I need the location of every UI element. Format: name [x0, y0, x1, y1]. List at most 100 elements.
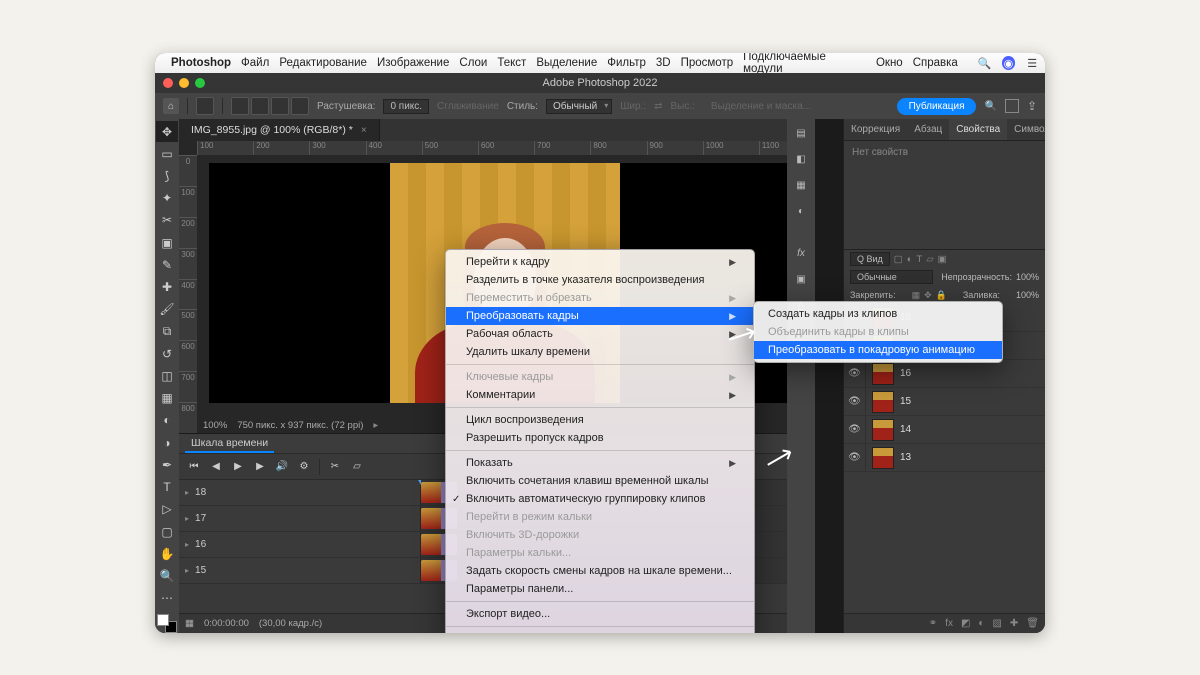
group-icon[interactable]: ▧ — [992, 618, 1001, 629]
tab-correction[interactable]: Коррекция — [844, 119, 907, 140]
share-icon[interactable]: ⇪ — [1027, 99, 1037, 113]
menu-file[interactable]: Файл — [241, 57, 269, 69]
menu-window[interactable]: Окно — [876, 57, 903, 69]
delete-layer-icon[interactable]: 🗑 — [1026, 618, 1039, 629]
stamp-tool-icon[interactable]: ⧉ — [156, 321, 178, 342]
menu-item[interactable]: Перейти к кадру▶ — [446, 253, 754, 271]
adjustment-icon[interactable]: ◐ — [978, 618, 984, 629]
maximize-icon[interactable] — [195, 78, 205, 88]
search-cloud-icon[interactable]: 🔍 — [984, 101, 996, 112]
lock-pixels-icon[interactable]: ▦ — [912, 290, 921, 301]
goto-first-icon[interactable]: ⏮ — [185, 458, 203, 476]
layer-row[interactable]: 👁14 — [844, 416, 1045, 444]
play-icon[interactable]: ▶ — [229, 458, 247, 476]
menu-item[interactable]: Разрешить пропуск кадров — [446, 429, 754, 447]
menu-filter[interactable]: Фильтр — [607, 57, 646, 69]
zoom-tool-icon[interactable]: 🔍 — [156, 565, 178, 586]
libraries-panel-icon[interactable]: ▣ — [791, 269, 811, 289]
opacity-value[interactable]: 100% — [1016, 272, 1039, 282]
visibility-icon[interactable]: 👁 — [844, 444, 866, 471]
menu-item[interactable]: Закрыть — [446, 630, 754, 633]
menu-item[interactable]: Разделить в точке указателя воспроизведе… — [446, 271, 754, 289]
tab-paragraph[interactable]: Абзац — [907, 119, 949, 140]
menu-item[interactable]: Преобразовать кадры▶ — [446, 307, 754, 325]
visibility-icon[interactable]: 👁 — [844, 388, 866, 415]
menu-item[interactable]: Удалить шкалу времени — [446, 343, 754, 361]
zoom-level[interactable]: 100% — [203, 420, 227, 431]
style-select[interactable]: Обычный — [546, 99, 612, 114]
lock-position-icon[interactable]: ✥ — [924, 290, 932, 301]
fill-value[interactable]: 100% — [1016, 290, 1039, 300]
eraser-tool-icon[interactable]: ◫ — [156, 365, 178, 386]
submenu-item[interactable]: Создать кадры из клипов — [754, 305, 1002, 323]
hand-tool-icon[interactable]: ✋ — [156, 543, 178, 564]
select-subtract-icon[interactable] — [271, 97, 289, 115]
filter-smart-icon[interactable]: ▣ — [938, 254, 947, 265]
next-frame-icon[interactable]: ▶ — [251, 458, 269, 476]
layer-row[interactable]: 👁16 — [844, 360, 1045, 388]
filter-pixel-icon[interactable]: ▢ — [894, 254, 903, 265]
fg-color-swatch[interactable] — [157, 614, 169, 626]
minimize-icon[interactable] — [179, 78, 189, 88]
history-brush-icon[interactable]: ↺ — [156, 343, 178, 364]
swatches-panel-icon[interactable]: ▦ — [791, 175, 811, 195]
filter-adjust-icon[interactable]: ◐ — [907, 254, 913, 265]
move-tool-icon[interactable]: ✥ — [156, 121, 178, 142]
blend-mode-select[interactable]: Обычные — [850, 270, 933, 284]
timecode[interactable]: 0:00:00:00 — [204, 618, 249, 629]
timeline-tab[interactable]: Шкала времени — [185, 435, 274, 453]
menubar-app[interactable]: Photoshop — [171, 57, 231, 69]
marquee-tool-icon[interactable]: ▭ — [156, 143, 178, 164]
menu-view[interactable]: Просмотр — [681, 57, 734, 69]
close-tab-icon[interactable]: × — [361, 125, 367, 136]
select-new-icon[interactable] — [231, 97, 249, 115]
lock-all-icon[interactable]: 🔒 — [936, 290, 947, 301]
layer-row[interactable]: 👁15 — [844, 388, 1045, 416]
menu-item[interactable]: Параметры панели... — [446, 580, 754, 598]
menu-edit[interactable]: Редактирование — [279, 57, 367, 69]
path-tool-icon[interactable]: ▷ — [156, 499, 178, 520]
close-icon[interactable] — [163, 78, 173, 88]
visibility-icon[interactable]: 👁 — [844, 360, 866, 387]
workspace-icon[interactable] — [1005, 99, 1019, 113]
menu-plugins[interactable]: Подключаемые модули — [743, 53, 866, 75]
blur-tool-icon[interactable]: ◐ — [156, 410, 178, 431]
publish-button[interactable]: Публикация — [897, 98, 977, 115]
menu-text[interactable]: Текст — [497, 57, 526, 69]
menu-3d[interactable]: 3D — [656, 57, 671, 69]
filter-type-icon[interactable]: T — [917, 254, 923, 265]
heal-tool-icon[interactable]: ✚ — [156, 277, 178, 298]
color-swatches[interactable] — [157, 614, 177, 633]
transition-icon[interactable]: ▱ — [348, 458, 366, 476]
crop-tool-icon[interactable]: ✂ — [156, 210, 178, 231]
control-center-icon[interactable]: ☰ — [1025, 56, 1039, 70]
edit-toolbar-icon[interactable]: ⋯ — [156, 588, 178, 609]
menu-item[interactable]: Цикл воспроизведения — [446, 411, 754, 429]
audio-icon[interactable]: 🔊 — [273, 458, 291, 476]
filter-shape-icon[interactable]: ▱ — [926, 254, 933, 265]
menu-help[interactable]: Справка — [913, 57, 958, 69]
color-panel-icon[interactable]: ◧ — [791, 149, 811, 169]
shape-tool-icon[interactable]: ▢ — [156, 521, 178, 542]
menu-item[interactable]: Задать скорость смены кадров на шкале вр… — [446, 562, 754, 580]
document-tab[interactable]: IMG_8955.jpg @ 100% (RGB/8*) * × — [179, 119, 380, 141]
menu-item[interactable]: Включить сочетания клавиш временной шкал… — [446, 472, 754, 490]
layer-row[interactable]: 👁13 — [844, 444, 1045, 472]
info-chevron-icon[interactable]: ▸ — [373, 420, 378, 431]
wand-tool-icon[interactable]: ✦ — [156, 188, 178, 209]
menu-item[interactable]: Комментарии▶ — [446, 386, 754, 404]
tab-character[interactable]: Символ — [1007, 119, 1045, 140]
swap-icon[interactable]: ⇄ — [654, 101, 662, 112]
styles-panel-icon[interactable]: fx — [791, 243, 811, 263]
fx-icon[interactable]: fx — [945, 618, 953, 629]
select-intersect-icon[interactable] — [291, 97, 309, 115]
gradient-tool-icon[interactable]: ▦ — [156, 388, 178, 409]
menu-item[interactable]: Показать▶ — [446, 454, 754, 472]
adjust-panel-icon[interactable]: ◐ — [791, 201, 811, 221]
tool-preset-icon[interactable] — [196, 97, 214, 115]
link-layers-icon[interactable]: ⚭ — [929, 618, 937, 629]
frame-tool-icon[interactable]: ▣ — [156, 232, 178, 253]
menu-image[interactable]: Изображение — [377, 57, 449, 69]
home-icon[interactable]: ⌂ — [163, 98, 179, 114]
mask-icon[interactable]: ◩ — [961, 618, 970, 629]
